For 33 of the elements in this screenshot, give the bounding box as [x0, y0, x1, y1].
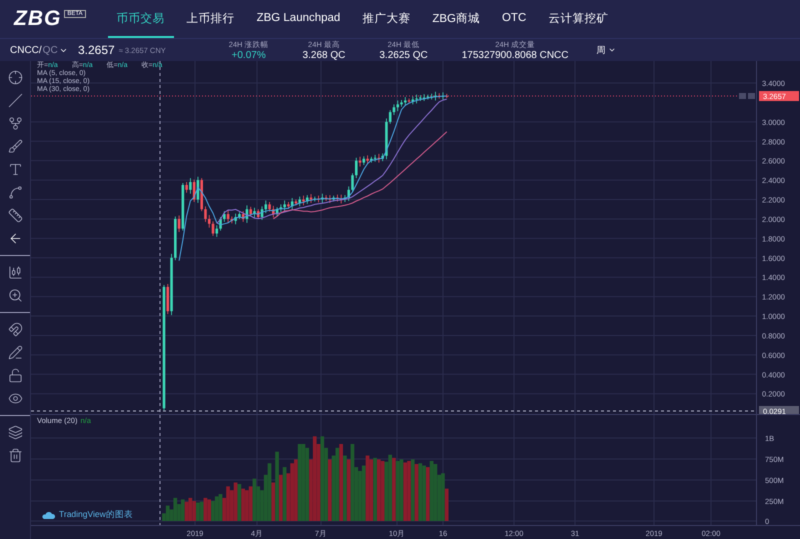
unlock-icon[interactable] — [8, 368, 22, 383]
stat-value: 175327900.8068 CNCC — [462, 50, 568, 61]
cloud-logo-icon — [41, 510, 55, 520]
stat-value: 3.268 QC — [302, 50, 346, 61]
zoom-in-icon[interactable] — [8, 288, 22, 303]
nav-tab[interactable]: ZBG商城 — [423, 0, 489, 38]
quote-label[interactable]: QC — [42, 44, 58, 56]
stat-value: +0.07% — [232, 50, 266, 61]
ruler-icon[interactable] — [8, 208, 22, 223]
nav-tab[interactable]: 云计算挖矿 — [539, 0, 618, 38]
fork-tool-icon[interactable] — [8, 116, 22, 131]
nav-tab[interactable]: 上币排行 — [178, 0, 244, 38]
trash-icon[interactable] — [8, 448, 22, 463]
pencil-icon[interactable] — [8, 345, 22, 360]
candlestick-icon[interactable] — [8, 265, 22, 280]
eye-icon[interactable] — [8, 391, 22, 406]
pattern-tool-icon[interactable] — [8, 185, 22, 200]
pair-label[interactable]: CNCC/ — [10, 44, 42, 56]
stat-value: 3.2625 QC — [379, 50, 428, 61]
crosshair-icon[interactable] — [8, 70, 22, 85]
brush-icon[interactable] — [8, 139, 22, 154]
caret-icon[interactable] — [608, 46, 616, 54]
last-price: 3.2657 — [78, 43, 115, 57]
nav-tab[interactable]: 推广大赛 — [353, 0, 420, 38]
layers-icon[interactable] — [8, 425, 22, 440]
nav-tab[interactable]: ZBG Launchpad — [248, 0, 350, 38]
nav-tab[interactable]: OTC — [492, 0, 536, 38]
magnet-icon[interactable] — [8, 322, 22, 337]
logo[interactable]: ZBG — [14, 7, 62, 31]
period-select[interactable]: 周 — [596, 44, 606, 56]
line-tool-icon[interactable] — [8, 93, 22, 108]
tradingview-link[interactable]: TradingView的图表 — [59, 509, 133, 521]
text-tool-icon[interactable] — [8, 162, 22, 177]
